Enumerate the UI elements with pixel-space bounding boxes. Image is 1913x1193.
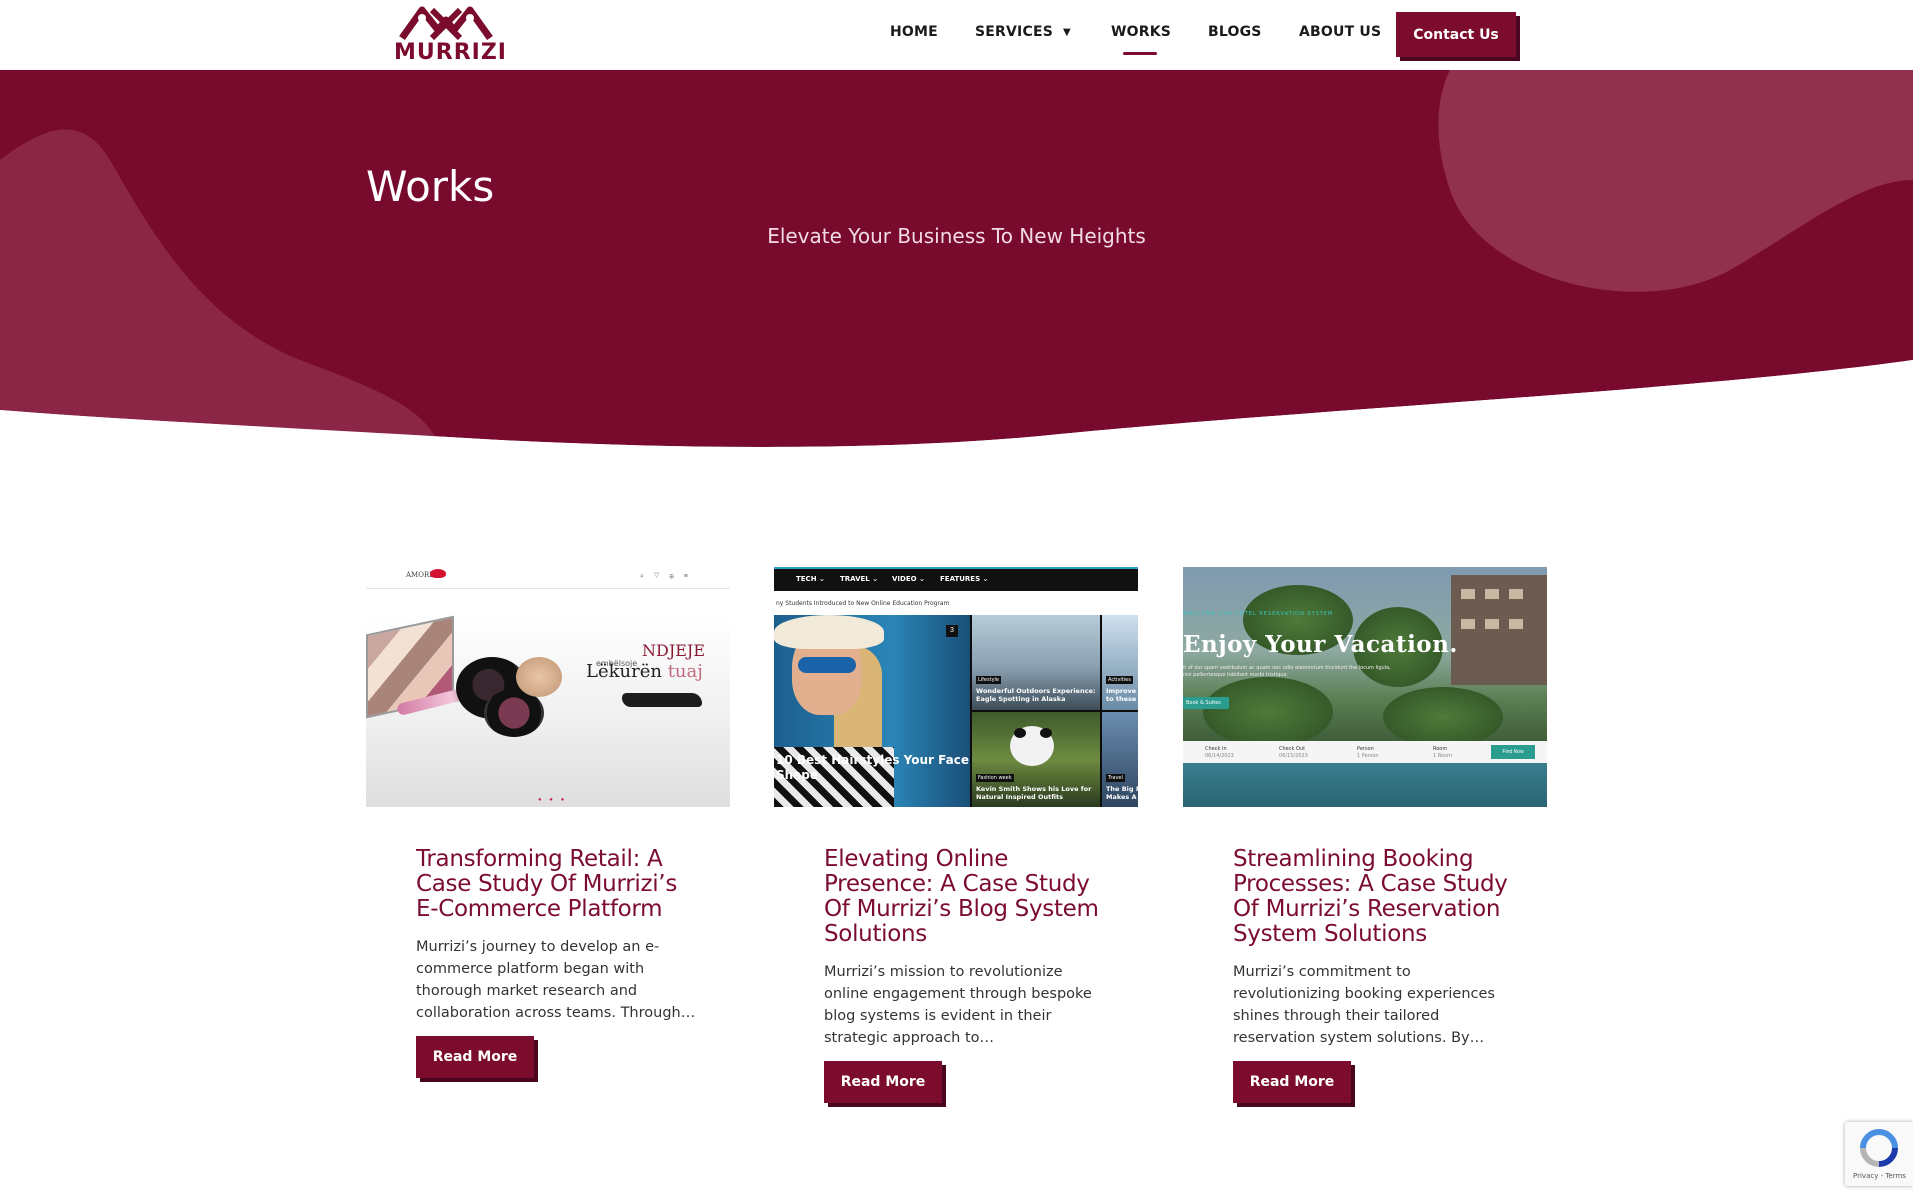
caret-down-icon: ▼ bbox=[1063, 27, 1071, 38]
page-subtitle: Elevate Your Business To New Heights bbox=[767, 224, 1146, 248]
field-value: 06/15/2023 bbox=[1279, 753, 1308, 759]
field-value: 06/14/2023 bbox=[1205, 753, 1234, 759]
hotel-window bbox=[1485, 619, 1499, 629]
thumb-nav-item: TECH ⌄ bbox=[796, 575, 825, 583]
hotel-window bbox=[1509, 589, 1523, 599]
recaptcha-icon bbox=[1860, 1129, 1898, 1167]
brush-stroke-button bbox=[622, 693, 702, 707]
find-now-button: Find Now bbox=[1491, 745, 1535, 759]
hotel-window bbox=[1461, 619, 1475, 629]
thumb-nav-item: FEATURES ⌄ bbox=[940, 575, 989, 583]
hero-banner: Works Elevate Your Business To New Heigh… bbox=[0, 70, 1913, 460]
site-header: MURRIZI HOME SERVICES ▼ WORKS BLOGS ABOUT… bbox=[0, 0, 1913, 70]
photo-hat bbox=[774, 615, 884, 649]
thumb-body: it of our spam vestibulum ac quam nec od… bbox=[1183, 665, 1391, 678]
post-tile: Activities Improve y to these t bbox=[1102, 615, 1138, 710]
work-card: TECH ⌄ TRAVEL ⌄ VIDEO ⌄ FEATURES ⌄ ny St… bbox=[774, 567, 1138, 1103]
thumb-welcome: WELCOME OUR HOTEL RESERVATION SYSTEM bbox=[1183, 611, 1334, 617]
thumb-nav-item: VIDEO ⌄ bbox=[892, 575, 925, 583]
nav-works[interactable]: WORKS bbox=[1111, 24, 1171, 40]
card-excerpt: Murrizi’s mission to revolutionize onlin… bbox=[824, 964, 1092, 1046]
nav-services[interactable]: SERVICES ▼ bbox=[975, 24, 1071, 40]
recaptcha-label[interactable]: Privacy - Terms bbox=[1853, 1172, 1906, 1180]
thumb-icons: ⌕ ♡ ⊕ ≡ bbox=[640, 573, 692, 580]
thumb-ticker: ny Students Introduced to New Online Edu… bbox=[774, 591, 1138, 615]
blog-thumbnail[interactable]: TECH ⌄ TRAVEL ⌄ VIDEO ⌄ FEATURES ⌄ ny St… bbox=[774, 567, 1138, 807]
tile-tag: Lifestyle bbox=[976, 676, 1002, 684]
active-nav-underline bbox=[1123, 52, 1157, 55]
nav-about-us[interactable]: ABOUT US bbox=[1299, 24, 1381, 40]
hotel-window bbox=[1509, 619, 1523, 629]
hero-background bbox=[0, 70, 1913, 460]
nav-services-label: SERVICES bbox=[975, 24, 1053, 40]
tile-tag: Fashion week bbox=[976, 774, 1014, 782]
logo-mark-icon bbox=[399, 6, 493, 40]
slider-dots: ● ● ● bbox=[538, 797, 568, 803]
ecommerce-thumbnail[interactable]: AMORE ⌕ ♡ ⊕ ≡ NDJEJE embëlsoje Lëkurën t… bbox=[366, 567, 730, 807]
thumb-headline: Enjoy Your Vacation. bbox=[1183, 631, 1458, 658]
nav-home[interactable]: HOME bbox=[890, 24, 938, 40]
post-tile: Travel The Big R Makes A C bbox=[1102, 712, 1138, 807]
murrizi-logo[interactable]: MURRIZI bbox=[392, 4, 506, 66]
hotel-window bbox=[1461, 589, 1475, 599]
nav-blogs[interactable]: BLOGS bbox=[1208, 24, 1262, 40]
logo-text: MURRIZI bbox=[394, 40, 507, 65]
hotel-building bbox=[1451, 575, 1547, 685]
card-title[interactable]: Streamlining Booking Processes: A Case S… bbox=[1233, 847, 1513, 947]
tile-title: Improve y to these t bbox=[1106, 687, 1138, 703]
field-value: 1 Room bbox=[1433, 753, 1453, 759]
palm-tree bbox=[1203, 677, 1333, 747]
card-body: Elevating Online Presence: A Case Study … bbox=[824, 847, 1104, 1103]
field-label: Check Out bbox=[1279, 746, 1306, 752]
field-label: Room bbox=[1433, 746, 1448, 752]
main-post-caption: 10 Best Hairstyles Your Face Shape bbox=[776, 753, 969, 782]
field-label: Person bbox=[1357, 746, 1374, 752]
panda-ear bbox=[1014, 728, 1026, 738]
read-more-button[interactable]: Read More bbox=[824, 1061, 942, 1103]
recaptcha-badge[interactable]: Privacy - Terms bbox=[1845, 1122, 1913, 1186]
palm-tree bbox=[1383, 687, 1503, 747]
page-title: Works bbox=[366, 162, 495, 211]
thumb-headline: NDJEJE bbox=[642, 641, 706, 660]
tile-title: The Big R Makes A C bbox=[1106, 785, 1138, 801]
contact-us-button[interactable]: Contact Us bbox=[1396, 12, 1516, 57]
booking-search-bar: Check In 06/14/2023 Check Out 06/15/2023… bbox=[1183, 741, 1547, 763]
hotel-window bbox=[1485, 589, 1499, 599]
tagline-a: Lëkurën bbox=[586, 661, 662, 682]
card-title[interactable]: Elevating Online Presence: A Case Study … bbox=[824, 847, 1104, 947]
tagline-b: tuaj bbox=[667, 661, 703, 682]
thumb-nav-item: TRAVEL ⌄ bbox=[840, 575, 879, 583]
reservation-thumbnail[interactable]: WELCOME OUR HOTEL RESERVATION SYSTEM Enj… bbox=[1183, 567, 1547, 807]
tile-title: Kevin Smith Shows his Love for Natural I… bbox=[976, 785, 1092, 801]
tile-tag: Travel bbox=[1106, 774, 1125, 782]
card-excerpt: Murrizi’s journey to develop an e-commer… bbox=[416, 939, 696, 1021]
main-post: 3 10 Best Hairstyles Your Face Shape bbox=[774, 615, 970, 807]
post-tile: Fashion week Kevin Smith Shows his Love … bbox=[972, 712, 1100, 807]
tile-title: Wonderful Outdoors Experience: Eagle Spo… bbox=[976, 687, 1096, 703]
post-tile: Lifestyle Wonderful Outdoors Experience:… bbox=[972, 615, 1100, 710]
field-value: 1 Person bbox=[1357, 753, 1379, 759]
post-badge: 3 bbox=[946, 625, 958, 637]
read-more-button[interactable]: Read More bbox=[416, 1036, 534, 1078]
read-more-button[interactable]: Read More bbox=[1233, 1061, 1351, 1103]
panda-ear bbox=[1040, 728, 1052, 738]
work-card: AMORE ⌕ ♡ ⊕ ≡ NDJEJE embëlsoje Lëkurën t… bbox=[366, 567, 730, 1078]
photo-sunglasses bbox=[798, 657, 856, 673]
thumb-tagline: Lëkurën tuaj bbox=[586, 661, 703, 682]
card-excerpt: Murrizi’s commitment to revolutionizing … bbox=[1233, 964, 1495, 1046]
card-body: Streamlining Booking Processes: A Case S… bbox=[1233, 847, 1513, 1103]
card-title[interactable]: Transforming Retail: A Case Study Of Mur… bbox=[416, 847, 696, 922]
powder-jar bbox=[516, 657, 562, 697]
lips-logo-icon bbox=[430, 569, 446, 578]
thumb-nav: TECH ⌄ TRAVEL ⌄ VIDEO ⌄ FEATURES ⌄ bbox=[774, 567, 1138, 591]
field-label: Check In bbox=[1205, 746, 1227, 752]
work-card: WELCOME OUR HOTEL RESERVATION SYSTEM Enj… bbox=[1183, 567, 1547, 1103]
card-body: Transforming Retail: A Case Study Of Mur… bbox=[416, 847, 696, 1078]
pool-image bbox=[1183, 763, 1547, 807]
thumb-cta: Book & Suites bbox=[1183, 697, 1229, 709]
tile-tag: Activities bbox=[1106, 676, 1133, 684]
